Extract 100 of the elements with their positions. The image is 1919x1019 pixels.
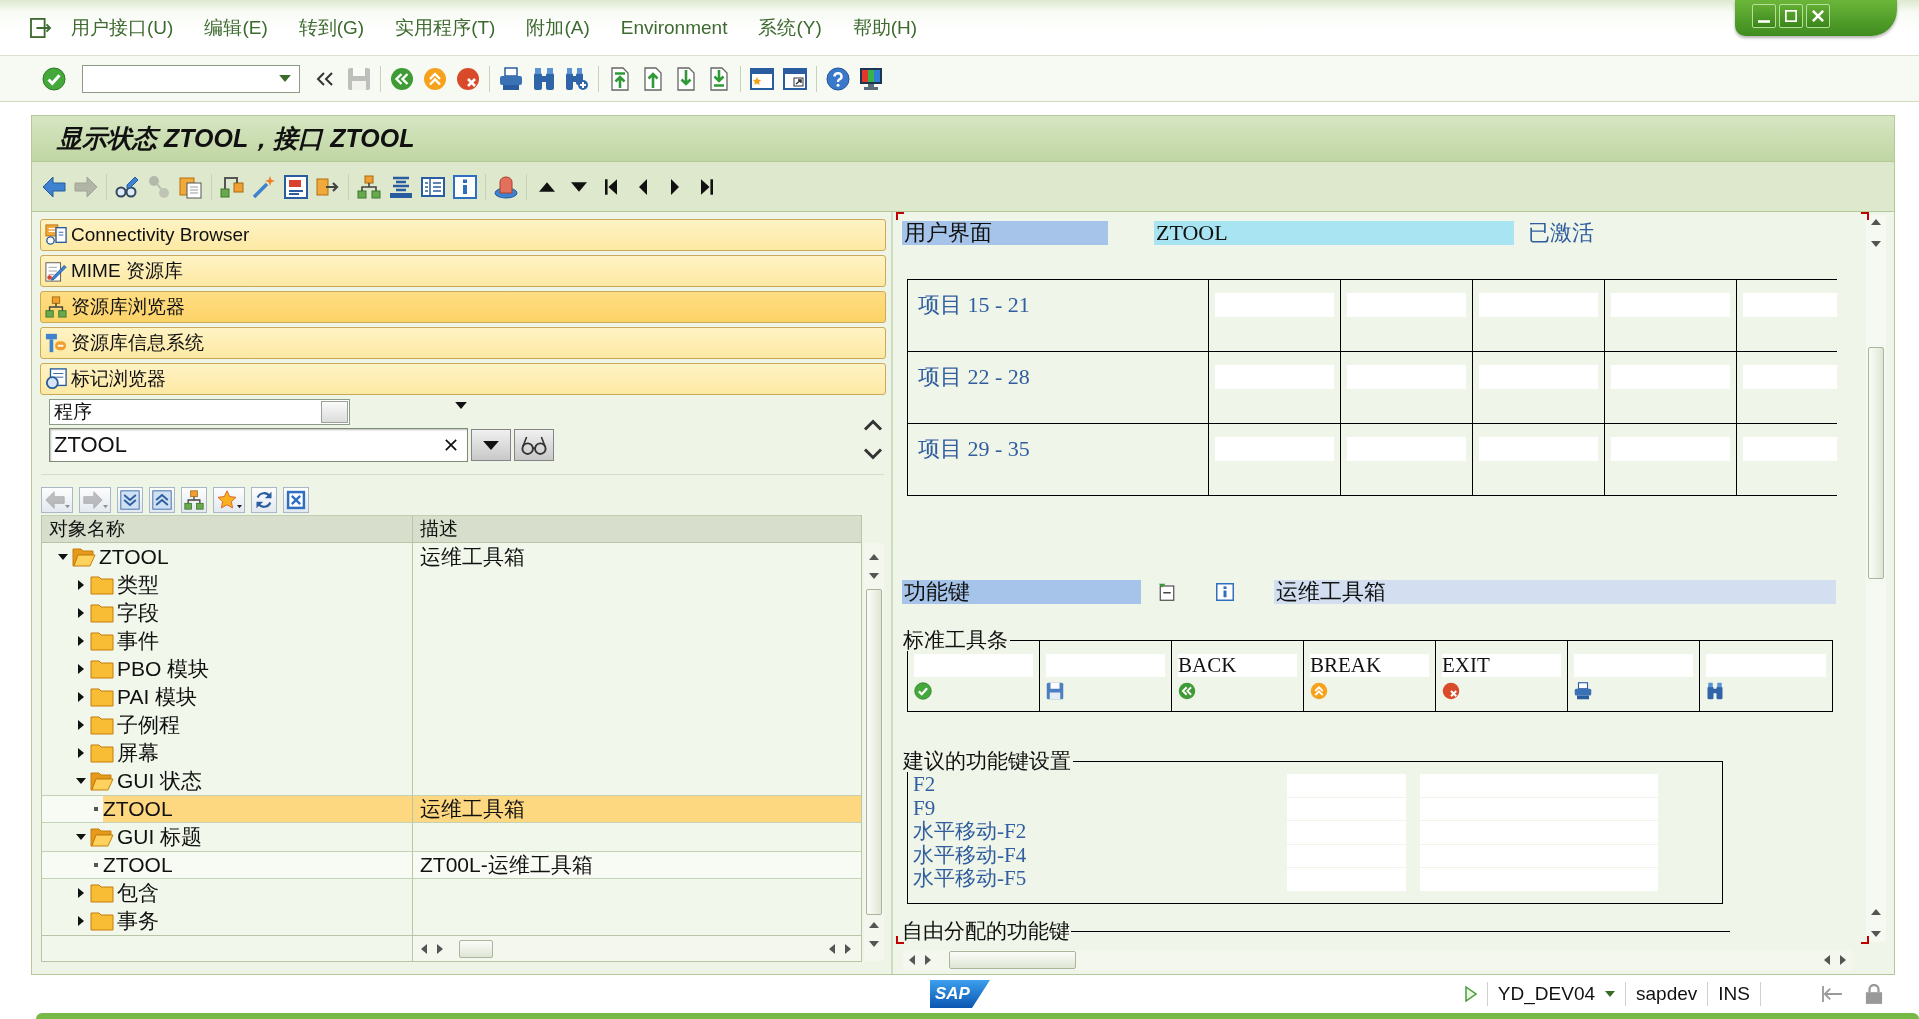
function-code-field[interactable]: BREAK — [1310, 654, 1429, 677]
tree-row[interactable]: ZTOOL ZT00L-运维工具箱 — [42, 851, 861, 879]
first-icon[interactable] — [605, 178, 617, 195]
triangle-up-icon[interactable] — [869, 554, 879, 560]
arrow-left-icon[interactable] — [42, 174, 66, 199]
triangle-down-icon[interactable] — [571, 181, 587, 192]
tree-row[interactable]: ZTOOL 运维工具箱 — [42, 543, 861, 571]
hat-icon[interactable] — [494, 174, 518, 199]
printer-icon[interactable] — [499, 66, 523, 91]
command-field[interactable] — [82, 64, 300, 93]
next-page-icon[interactable] — [674, 66, 698, 91]
scroll-thumb[interactable] — [1868, 347, 1884, 579]
info-icon[interactable] — [1216, 583, 1234, 601]
triangle-right-icon[interactable] — [925, 955, 931, 965]
menu-item[interactable]: 帮助(H) — [852, 15, 918, 40]
first-page-icon[interactable] — [608, 66, 632, 91]
triangle-right-icon[interactable] — [1464, 986, 1477, 1002]
caret-right-icon[interactable] — [78, 664, 84, 674]
caret-right-icon[interactable] — [78, 720, 84, 730]
system-name[interactable]: YD_DEV04 — [1497, 983, 1596, 1005]
menu-item[interactable]: 附加(A) — [526, 15, 590, 40]
tree-row[interactable]: PAI 模块 — [42, 683, 861, 711]
display-button[interactable] — [514, 429, 554, 461]
triangle-down-icon[interactable] — [1871, 931, 1881, 937]
menu-item[interactable]: 用户接口(U) — [71, 15, 174, 40]
tree-row[interactable]: 事务 — [42, 907, 861, 935]
menu-item[interactable]: 实用程序(T) — [395, 15, 496, 40]
tree-row[interactable]: 屏幕 — [42, 739, 861, 767]
menu-item[interactable]: 转到(G) — [298, 15, 365, 40]
last-page-icon[interactable] — [707, 66, 731, 91]
enter-icon[interactable] — [42, 66, 66, 91]
caret-down-icon[interactable] — [58, 554, 68, 560]
caret-right-icon[interactable] — [78, 636, 84, 646]
triangle-down-icon[interactable] — [869, 573, 879, 579]
clipboard-icon[interactable] — [179, 174, 203, 199]
caret-down-icon[interactable] — [76, 778, 86, 784]
binoculars-icon[interactable] — [532, 66, 556, 91]
help-icon[interactable] — [826, 66, 850, 91]
column-header[interactable]: 描述 — [413, 516, 861, 542]
interface-field[interactable]: ZTOOL — [1154, 221, 1514, 245]
menu-item[interactable]: Environment — [620, 15, 728, 40]
navigator-button[interactable]: 资源库浏览器 — [40, 291, 886, 323]
scroll-thumb[interactable] — [459, 939, 493, 958]
tree-row[interactable]: 字段 — [42, 599, 861, 627]
toolbar-button[interactable] — [213, 487, 245, 513]
info-icon[interactable] — [453, 174, 477, 199]
caret-right-icon[interactable] — [78, 916, 84, 926]
column-header[interactable]: 对象名称 — [42, 516, 413, 542]
triangle-up-icon[interactable] — [539, 181, 555, 192]
tree-row[interactable]: ZTOOL 运维工具箱 — [42, 795, 861, 823]
tree-row[interactable]: 包含 — [42, 879, 861, 907]
stack-icon[interactable] — [389, 174, 413, 199]
triangle-left-icon[interactable] — [1824, 955, 1830, 965]
caret-right-icon[interactable] — [78, 748, 84, 758]
triangle-left-icon[interactable] — [421, 943, 427, 954]
clear-icon[interactable] — [445, 439, 457, 451]
menu-item[interactable]: 系统(Y) — [758, 15, 822, 40]
last-icon[interactable] — [701, 178, 713, 195]
double-chevron-left-icon[interactable] — [316, 71, 334, 86]
maximize-button[interactable] — [1779, 4, 1803, 28]
navigator-button[interactable]: 资源库信息系统 — [40, 327, 886, 359]
toolbar-button[interactable] — [251, 487, 277, 513]
scroll-thumb[interactable] — [866, 589, 882, 915]
function-code-field[interactable]: EXIT — [1442, 654, 1561, 677]
caret-down-icon[interactable] — [1605, 991, 1616, 997]
scroll-thumb[interactable] — [949, 951, 1076, 969]
toolbar-button[interactable] — [117, 487, 143, 513]
chevron-down-icon[interactable] — [863, 448, 883, 460]
triangle-down-icon[interactable] — [1871, 241, 1881, 247]
binoculars-plus-icon[interactable] — [565, 66, 589, 91]
triangle-down-icon[interactable] — [869, 941, 879, 947]
monitor-icon[interactable] — [859, 66, 883, 91]
navigator-button[interactable]: Connectivity Browser — [40, 219, 886, 251]
wand-icon[interactable] — [252, 174, 276, 199]
vertical-scrollbar[interactable] — [1866, 215, 1886, 942]
vertical-scrollbar[interactable] — [864, 543, 884, 961]
chevron-up-icon[interactable] — [863, 419, 883, 431]
triangle-up-icon[interactable] — [1871, 909, 1881, 915]
next-icon[interactable] — [671, 178, 679, 195]
tree-row[interactable]: 子例程 — [42, 711, 861, 739]
horizontal-scrollbar[interactable] — [903, 950, 1852, 970]
triangle-left-icon[interactable] — [909, 955, 915, 965]
tree-row[interactable]: 类型 — [42, 571, 861, 599]
toolbar-button[interactable] — [283, 487, 309, 513]
blocks-arrow-icon[interactable] — [220, 174, 244, 199]
previous-icon[interactable] — [639, 178, 647, 195]
toolbar-button[interactable] — [149, 487, 175, 513]
hierarchy-icon[interactable] — [357, 174, 381, 199]
menu-icon[interactable] — [30, 17, 52, 38]
caret-right-icon[interactable] — [78, 580, 84, 590]
triangle-left-icon[interactable] — [829, 943, 835, 954]
glasses-pencil-icon[interactable] — [115, 174, 139, 199]
horizontal-scrollbar[interactable] — [413, 936, 861, 961]
triangle-up-icon[interactable] — [1871, 219, 1881, 225]
x-circle-icon[interactable] — [456, 66, 480, 91]
close-button[interactable] — [1806, 4, 1830, 28]
navigator-button[interactable]: MIME 资源库 — [40, 255, 886, 287]
triangle-right-icon[interactable] — [845, 943, 851, 954]
toolbar-button[interactable] — [181, 487, 207, 513]
triangle-right-icon[interactable] — [437, 943, 443, 954]
